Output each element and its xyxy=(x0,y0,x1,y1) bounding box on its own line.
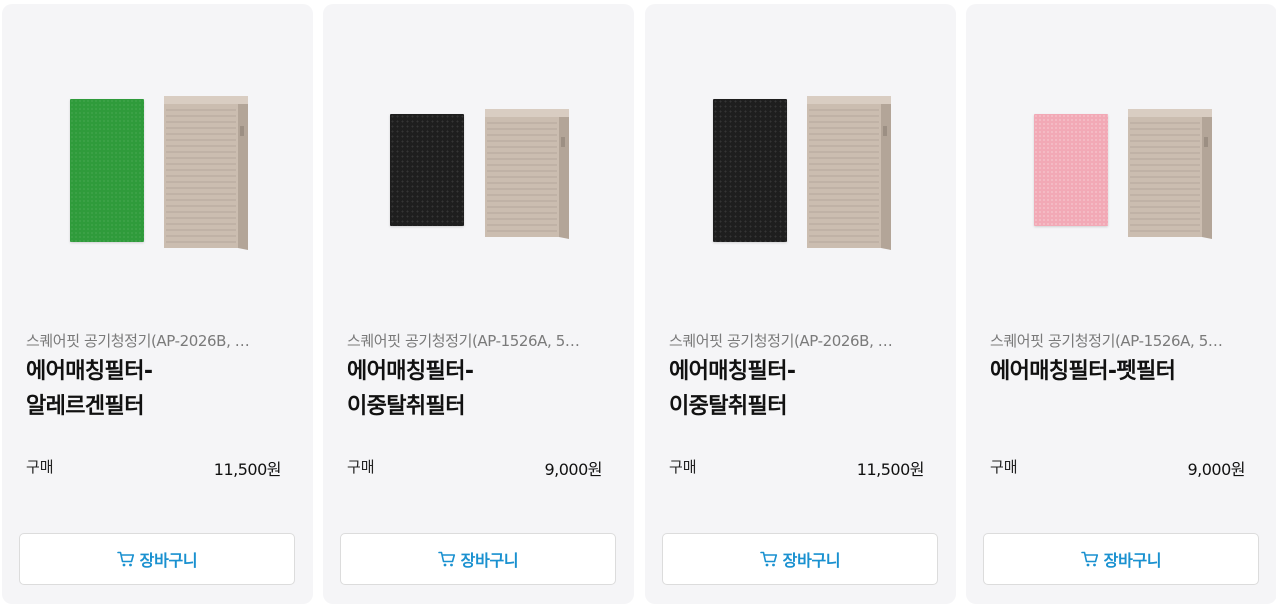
product-title[interactable]: 에어매칭필터- 이중탈취필터 xyxy=(669,354,929,424)
cart-button-label: 장바구니 xyxy=(1103,551,1162,570)
pet-filter-image xyxy=(1034,114,1108,226)
air-purifier-image xyxy=(807,96,891,250)
deodorizing-filter-image xyxy=(713,99,787,242)
product-image[interactable] xyxy=(323,4,634,304)
product-card[interactable]: 스퀘어핏 공기청정기(AP-1526A, 5… 에어매칭필터- 이중탈취필터 구… xyxy=(323,4,634,604)
buy-label: 구매 xyxy=(990,458,1018,476)
air-purifier-image xyxy=(1128,109,1212,239)
allergen-filter-image xyxy=(70,99,144,242)
add-to-cart-button[interactable]: 장바구니 xyxy=(340,533,616,585)
air-purifier-image xyxy=(485,109,569,239)
product-title[interactable]: 에어매칭필터- 알레르겐필터 xyxy=(26,354,286,424)
product-price: 11,500원 xyxy=(856,460,925,479)
add-to-cart-button[interactable]: 장바구니 xyxy=(19,533,295,585)
shopping-cart-icon xyxy=(437,551,455,567)
air-purifier-image xyxy=(164,96,248,250)
product-image[interactable] xyxy=(2,4,313,304)
shopping-cart-icon xyxy=(759,551,777,567)
shopping-cart-icon xyxy=(1080,551,1098,567)
product-price: 9,000원 xyxy=(544,460,602,479)
product-card[interactable]: 스퀘어핏 공기청정기(AP-1526A, 5… 에어매칭필터-펫필터 구매 9,… xyxy=(966,4,1276,604)
product-price: 11,500원 xyxy=(213,460,282,479)
buy-label: 구매 xyxy=(347,458,375,476)
product-title[interactable]: 에어매칭필터-펫필터 xyxy=(990,354,1250,389)
add-to-cart-button[interactable]: 장바구니 xyxy=(983,533,1259,585)
product-subtitle: 스퀘어핏 공기청정기(AP-2026B, … xyxy=(669,332,893,350)
shopping-cart-icon xyxy=(116,551,134,567)
product-grid: 스퀘어핏 공기청정기(AP-2026B, … 에어매칭필터- 알레르겐필터 구매… xyxy=(0,0,1276,604)
product-card[interactable]: 스퀘어핏 공기청정기(AP-2026B, … 에어매칭필터- 알레르겐필터 구매… xyxy=(2,4,313,604)
cart-button-label: 장바구니 xyxy=(782,551,841,570)
product-image[interactable] xyxy=(966,4,1276,304)
product-card[interactable]: 스퀘어핏 공기청정기(AP-2026B, … 에어매칭필터- 이중탈취필터 구매… xyxy=(645,4,956,604)
product-subtitle: 스퀘어핏 공기청정기(AP-2026B, … xyxy=(26,332,250,350)
deodorizing-filter-image xyxy=(390,114,464,226)
cart-button-label: 장바구니 xyxy=(460,551,519,570)
product-image[interactable] xyxy=(645,4,956,304)
product-price: 9,000원 xyxy=(1187,460,1245,479)
buy-label: 구매 xyxy=(26,458,54,476)
buy-label: 구매 xyxy=(669,458,697,476)
product-title[interactable]: 에어매칭필터- 이중탈취필터 xyxy=(347,354,607,424)
product-subtitle: 스퀘어핏 공기청정기(AP-1526A, 5… xyxy=(990,332,1223,350)
product-subtitle: 스퀘어핏 공기청정기(AP-1526A, 5… xyxy=(347,332,580,350)
add-to-cart-button[interactable]: 장바구니 xyxy=(662,533,938,585)
cart-button-label: 장바구니 xyxy=(139,551,198,570)
